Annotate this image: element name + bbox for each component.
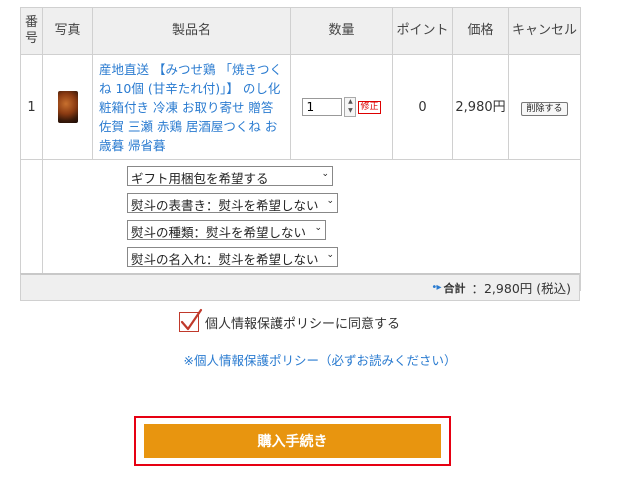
product-thumbnail-image[interactable]: [57, 91, 78, 123]
cart-header-row: 番号 写真 製品名 数量 ポイント 価格 キャンセル: [20, 7, 581, 55]
chevron-down-icon: ⌄: [321, 169, 329, 179]
arrow-right-icon: •·▸: [431, 282, 441, 293]
header-cancel: キャンセル: [508, 7, 581, 55]
noshi-name-select[interactable]: 熨斗の名入れ：熨斗を希望しない ⌄: [127, 247, 338, 267]
noshi-surface-value: 熨斗の表書き：熨斗を希望しない: [131, 198, 319, 213]
purchase-button[interactable]: 購入手続き: [144, 424, 441, 458]
item-photo[interactable]: [42, 54, 93, 160]
item-points: 0: [392, 54, 453, 160]
noshi-name-value: 熨斗の名入れ：熨斗を希望しない: [131, 252, 319, 267]
noshi-surface-select[interactable]: 熨斗の表書き：熨斗を希望しない ⌄: [127, 193, 338, 213]
noshi-type-value: 熨斗の種類：熨斗を希望しない: [131, 225, 307, 240]
quantity-stepper[interactable]: ▲ ▼: [344, 97, 357, 117]
quantity-fix-button[interactable]: 修正: [358, 100, 381, 114]
gift-wrap-value: ギフト用梱包を希望する: [131, 171, 269, 186]
stepper-down-icon[interactable]: ▼: [345, 107, 355, 116]
options-row: ギフト用梱包を希望する ⌄ 熨斗の表書き：熨斗を希望しない ⌄ 熨斗の種類：熨斗…: [20, 159, 581, 291]
stepper-up-icon[interactable]: ▲: [345, 98, 355, 107]
header-quantity: 数量: [290, 7, 393, 55]
header-number: 番号: [20, 7, 43, 55]
table-row: 1 産地直送 【みつせ鶏 「焼きつくね 10個 (甘辛たれ付)」】 のし化粧箱付…: [20, 54, 581, 160]
options-blank-cell: [20, 159, 43, 291]
noshi-type-select[interactable]: 熨斗の種類：熨斗を希望しない ⌄: [127, 220, 326, 240]
total-value: ：2,980円 (税込): [471, 281, 571, 296]
total-bar: •·▸ 合計 ：2,980円 (税込): [20, 273, 580, 301]
item-quantity-cell: ▲ ▼ 修正: [290, 54, 393, 160]
quantity-input[interactable]: [302, 98, 343, 116]
chevron-down-icon: ⌄: [314, 223, 322, 233]
purchase-button-highlight: 購入手続き: [134, 416, 451, 466]
delete-button[interactable]: 削除する: [521, 101, 568, 116]
privacy-policy-link[interactable]: ※個人情報保護ポリシー（必ずお読みください）: [0, 350, 640, 369]
privacy-agree-checkbox[interactable]: [179, 308, 203, 332]
cart-table: 番号 写真 製品名 数量 ポイント 価格 キャンセル 1 産地直送 【みつせ鶏 …: [20, 7, 581, 291]
item-product-name-link[interactable]: 産地直送 【みつせ鶏 「焼きつくね 10個 (甘辛たれ付)」】 のし化粧箱付き …: [92, 54, 291, 160]
item-cancel-cell: 削除する: [508, 54, 581, 160]
item-price: 2,980円: [452, 54, 509, 160]
gift-wrap-select[interactable]: ギフト用梱包を希望する ⌄: [127, 166, 333, 186]
checkmark-icon: [180, 308, 203, 331]
header-product-name: 製品名: [92, 7, 291, 55]
chevron-down-icon: ⌄: [326, 196, 334, 206]
item-number: 1: [20, 54, 43, 160]
total-label: 合計: [443, 281, 466, 295]
privacy-agree[interactable]: 個人情報保護ポリシーに同意する: [179, 308, 400, 332]
privacy-agree-label[interactable]: 個人情報保護ポリシーに同意する: [205, 313, 400, 332]
options-cell: ギフト用梱包を希望する ⌄ 熨斗の表書き：熨斗を希望しない ⌄ 熨斗の種類：熨斗…: [42, 159, 581, 291]
header-points: ポイント: [392, 7, 453, 55]
header-price: 価格: [452, 7, 509, 55]
header-photo: 写真: [42, 7, 93, 55]
chevron-down-icon: ⌄: [326, 250, 334, 260]
